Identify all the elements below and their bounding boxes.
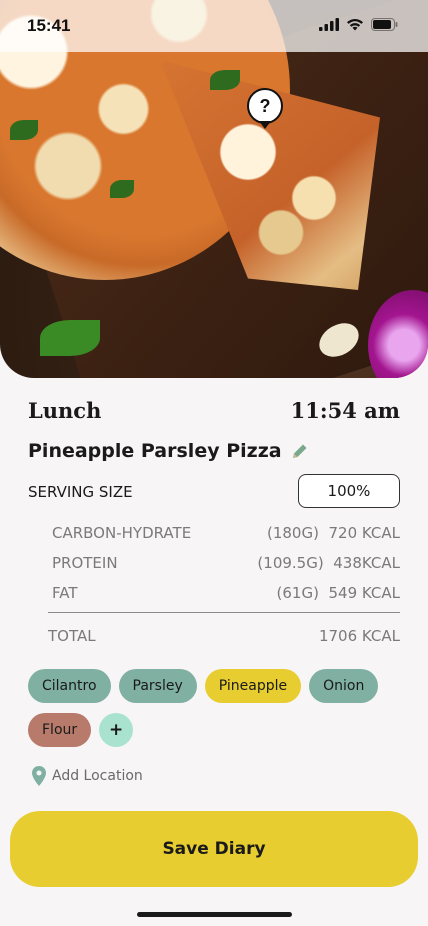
signal-icon	[319, 18, 339, 31]
add-tag-button[interactable]: +	[99, 713, 134, 747]
serving-size-value: 100%	[327, 482, 371, 500]
meal-photo	[0, 0, 428, 378]
question-mark-icon: ?	[259, 95, 271, 116]
dish-title-row: Pineapple Parsley Pizza	[28, 440, 310, 462]
status-icons	[319, 18, 398, 31]
meal-time[interactable]: 11:54 am	[291, 398, 400, 423]
nutrient-name: FAT	[52, 584, 78, 602]
status-bar: 15:41	[0, 0, 428, 52]
help-button[interactable]: ?	[247, 88, 283, 124]
tag-flour[interactable]: Flour	[28, 713, 92, 747]
nutrient-kcal: 438KCAL	[333, 554, 400, 572]
total-label: TOTAL	[48, 627, 96, 645]
tag-pineapple[interactable]: Pineapple	[204, 669, 302, 703]
herb-garnish	[40, 320, 100, 356]
nutrient-name: CARBON-HYDRATE	[52, 524, 192, 542]
add-location-label: Add Location	[52, 768, 143, 784]
nutrition-row-carbs: CARBON-HYDRATE (180G) 720 KCAL	[52, 524, 400, 542]
nutrient-name: PROTEIN	[52, 554, 118, 572]
tag-parsley[interactable]: Parsley	[118, 669, 197, 703]
wifi-icon	[347, 19, 363, 31]
status-time: 15:41	[27, 16, 71, 35]
nutrition-row-fat: FAT (61G) 549 KCAL	[52, 584, 400, 602]
nutrient-grams: (109.5G)	[257, 554, 324, 572]
nutrient-grams: (61G)	[276, 584, 319, 602]
map-pin-icon	[32, 766, 46, 786]
herb-garnish	[110, 180, 134, 198]
tag-cilantro[interactable]: Cilantro	[28, 669, 111, 703]
nutrient-kcal: 549 KCAL	[328, 584, 400, 602]
battery-icon	[371, 18, 398, 31]
add-location-link[interactable]: Add Location	[32, 766, 143, 786]
save-diary-button[interactable]: Save Diary	[10, 811, 418, 887]
nutrition-total-row: TOTAL 1706 KCAL	[48, 627, 400, 645]
meal-type: Lunch	[28, 398, 102, 423]
pencil-icon[interactable]	[290, 441, 310, 461]
total-value: 1706 KCAL	[318, 627, 400, 645]
nutrient-kcal: 720 KCAL	[328, 524, 400, 542]
help-bubble-tail	[259, 121, 271, 129]
dish-name: Pineapple Parsley Pizza	[28, 440, 282, 462]
nutrition-divider	[48, 612, 400, 613]
home-indicator[interactable]	[137, 912, 292, 917]
serving-size-label: SERVING SIZE	[28, 483, 133, 501]
tag-onion[interactable]: Onion	[309, 669, 379, 703]
herb-garnish	[10, 120, 38, 140]
plus-icon: +	[109, 720, 124, 740]
ingredient-tags: Cilantro Parsley Pineapple Onion Flour +	[28, 669, 408, 749]
nutrition-row-protein: PROTEIN (109.5G) 438KCAL	[52, 554, 400, 572]
nutrient-grams: (180G)	[266, 524, 319, 542]
herb-garnish	[210, 70, 240, 90]
serving-size-input[interactable]: 100%	[298, 474, 400, 508]
